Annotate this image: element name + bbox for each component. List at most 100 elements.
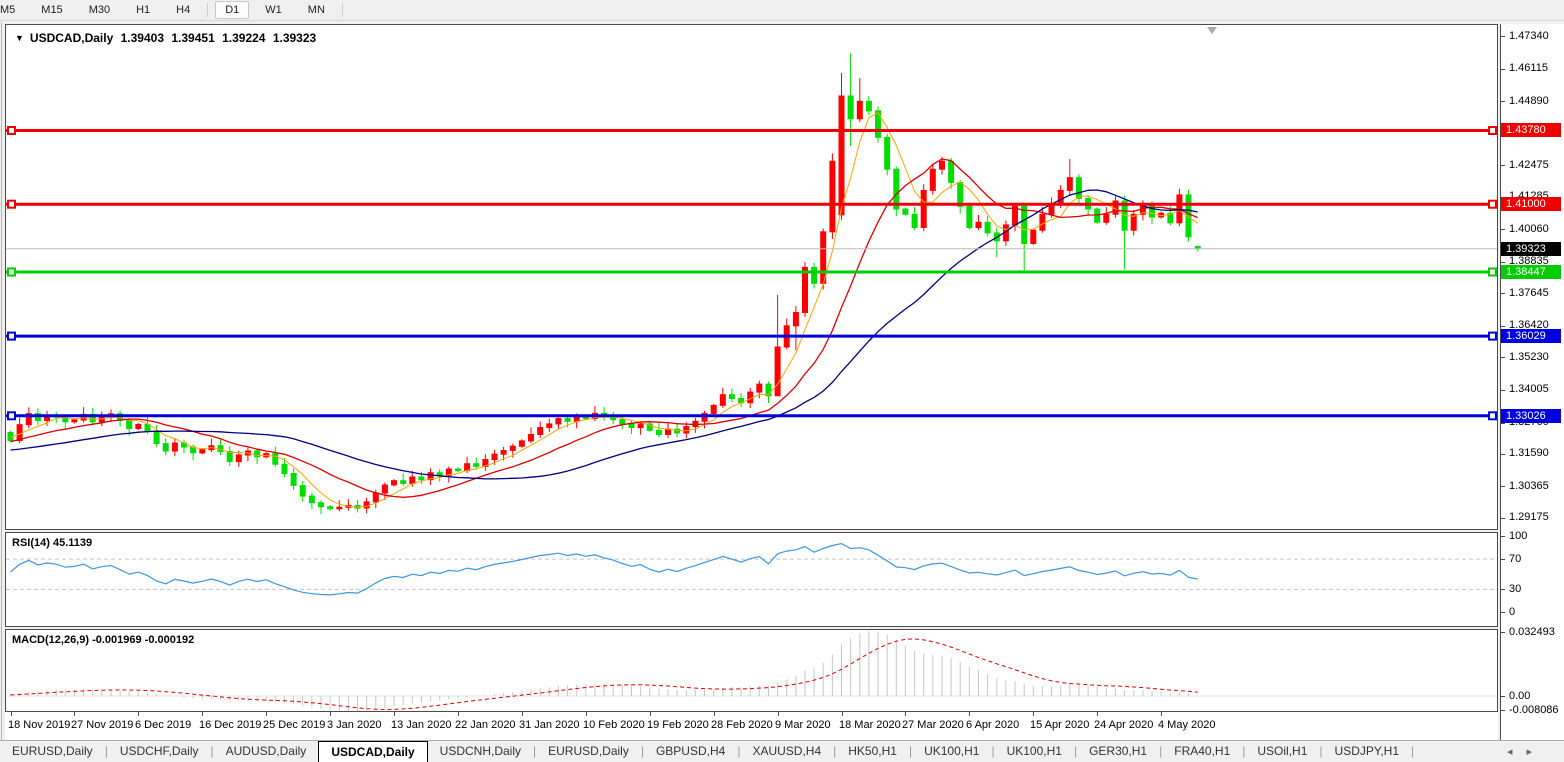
main-price-panel[interactable]: ▼USDCAD,Daily 1.39403 1.39451 1.39224 1.…	[5, 24, 1498, 530]
tabs-scroll-left-icon[interactable]: ◂	[1507, 746, 1527, 758]
macd-panel[interactable]: MACD(12,26,9) -0.001969 -0.000192	[5, 629, 1498, 712]
chart-title: ▼USDCAD,Daily 1.39403 1.39451 1.39224 1.…	[15, 31, 320, 45]
timeframe-button-h4[interactable]: H4	[166, 1, 200, 19]
macd-canvas[interactable]	[6, 630, 1497, 712]
macd-tick-label: -0.008086	[1509, 704, 1559, 716]
price-tick	[1501, 69, 1505, 70]
chart-shift-icon[interactable]	[1207, 27, 1217, 34]
rsi-tick	[1501, 536, 1505, 537]
date-label: 31 Jan 2020	[519, 719, 580, 731]
chart-tabs: EURUSD,Daily|USDCHF,Daily|AUDUSD,DailyUS…	[0, 740, 1564, 762]
window-edge	[1, 22, 2, 740]
timeframe-button-h1[interactable]: H1	[126, 1, 160, 19]
date-label: 18 Nov 2019	[8, 719, 70, 731]
date-label: 13 Jan 2020	[391, 719, 452, 731]
price-tick-label: 1.47340	[1509, 30, 1549, 42]
tab-separator: |	[1411, 741, 1414, 762]
timeframe-button-w1[interactable]: W1	[255, 1, 292, 19]
time-tick	[778, 712, 779, 716]
time-tick	[905, 712, 906, 716]
tab-usdjpy-h1[interactable]: USDJPY,H1	[1323, 741, 1411, 762]
time-axis[interactable]: 18 Nov 201927 Nov 20196 Dec 201916 Dec 2…	[5, 712, 1498, 740]
symbol-collapse-icon[interactable]: ▼	[15, 33, 24, 43]
price-badge: 1.36029	[1501, 329, 1561, 343]
time-tick	[458, 712, 459, 716]
rsi-tick	[1501, 559, 1505, 560]
tab-xauusd-h4[interactable]: XAUUSD,H4	[740, 741, 833, 762]
price-badge: 1.41000	[1501, 197, 1561, 211]
rsi-panel[interactable]: RSI(14) 45.1139	[5, 532, 1498, 627]
price-tick	[1501, 262, 1505, 263]
timeframe-button-m30[interactable]: M30	[79, 1, 120, 19]
date-label: 27 Nov 2019	[71, 719, 133, 731]
tabs-scroll-right-icon[interactable]: ▸	[1526, 746, 1546, 758]
tab-usdcnh-daily[interactable]: USDCNH,Daily	[428, 741, 533, 762]
rsi-tick	[1501, 612, 1505, 613]
hline-handle[interactable]	[1489, 412, 1496, 419]
hline-handle[interactable]	[1489, 333, 1496, 340]
price-tick	[1501, 390, 1505, 391]
tab-uk100-h1[interactable]: UK100,H1	[912, 741, 991, 762]
tab-eurusd-daily[interactable]: EURUSD,Daily	[0, 741, 105, 762]
main-chart-canvas[interactable]	[6, 25, 1497, 529]
hline-handle[interactable]	[8, 127, 15, 134]
tab-usdcad-daily[interactable]: USDCAD,Daily	[318, 741, 427, 762]
price-badge: 1.33026	[1501, 409, 1561, 423]
tab-audusd-daily[interactable]: AUDUSD,Daily	[214, 741, 319, 762]
tab-gbpusd-h4[interactable]: GBPUSD,H4	[644, 741, 737, 762]
time-tick	[1033, 712, 1034, 716]
chart-window[interactable]: ▼USDCAD,Daily 1.39403 1.39451 1.39224 1.…	[5, 24, 1500, 740]
hline-handle[interactable]	[1489, 127, 1496, 134]
hline-handle[interactable]	[1489, 269, 1496, 276]
hline-handle[interactable]	[8, 269, 15, 276]
tab-hk50-h1[interactable]: HK50,H1	[836, 741, 909, 762]
date-label: 18 Mar 2020	[839, 719, 901, 731]
timeframe-button-mn[interactable]: MN	[298, 1, 335, 19]
tab-fra40-h1[interactable]: FRA40,H1	[1162, 741, 1242, 762]
price-tick	[1501, 101, 1505, 102]
tab-usoil-h1[interactable]: USOil,H1	[1245, 741, 1319, 762]
price-badge: 1.39323	[1501, 242, 1561, 256]
date-label: 15 Apr 2020	[1030, 719, 1089, 731]
time-tick	[714, 712, 715, 716]
rsi-canvas[interactable]	[6, 533, 1497, 626]
time-tick	[969, 712, 970, 716]
hline-handle[interactable]	[8, 333, 15, 340]
date-label: 24 Apr 2020	[1094, 719, 1153, 731]
rsi-label: RSI(14) 45.1139	[12, 537, 92, 549]
macd-tick	[1501, 632, 1505, 633]
price-tick-label: 1.30365	[1509, 480, 1549, 492]
date-label: 22 Jan 2020	[455, 719, 516, 731]
tab-uk100-h1[interactable]: UK100,H1	[995, 741, 1074, 762]
time-tick	[330, 712, 331, 716]
toolbar-separator	[342, 3, 343, 17]
time-tick	[202, 712, 203, 716]
timeframe-button-m15[interactable]: M15	[31, 1, 72, 19]
price-tick-label: 1.34005	[1509, 383, 1549, 395]
time-tick	[394, 712, 395, 716]
time-tick	[74, 712, 75, 716]
rsi-tick-label: 70	[1509, 553, 1521, 565]
rsi-tick-label: 100	[1509, 530, 1527, 542]
rsi-tick-label: 0	[1509, 606, 1515, 618]
price-tick	[1501, 326, 1505, 327]
price-tick-label: 1.44890	[1509, 95, 1549, 107]
tab-eurusd-daily[interactable]: EURUSD,Daily	[536, 741, 641, 762]
tab-usdchf-daily[interactable]: USDCHF,Daily	[108, 741, 211, 762]
date-label: 19 Feb 2020	[647, 719, 709, 731]
date-label: 16 Dec 2019	[199, 719, 261, 731]
tab-ger30-h1[interactable]: GER30,H1	[1077, 741, 1159, 762]
timeframe-button-d1[interactable]: D1	[215, 1, 249, 19]
hline-handle[interactable]	[8, 201, 15, 208]
hline-handle[interactable]	[1489, 201, 1496, 208]
timeframe-button-m5[interactable]: M5	[0, 1, 25, 19]
date-label: 6 Apr 2020	[966, 719, 1019, 731]
price-tick-label: 1.31590	[1509, 447, 1549, 459]
date-label: 10 Feb 2020	[583, 719, 645, 731]
rsi-tick-label: 30	[1509, 583, 1521, 595]
hline-handle[interactable]	[8, 412, 15, 419]
price-tick	[1501, 229, 1505, 230]
price-tick	[1501, 423, 1505, 424]
price-axis[interactable]: 1.473401.461151.448901.424751.412851.400…	[1500, 24, 1564, 740]
time-tick	[842, 712, 843, 716]
